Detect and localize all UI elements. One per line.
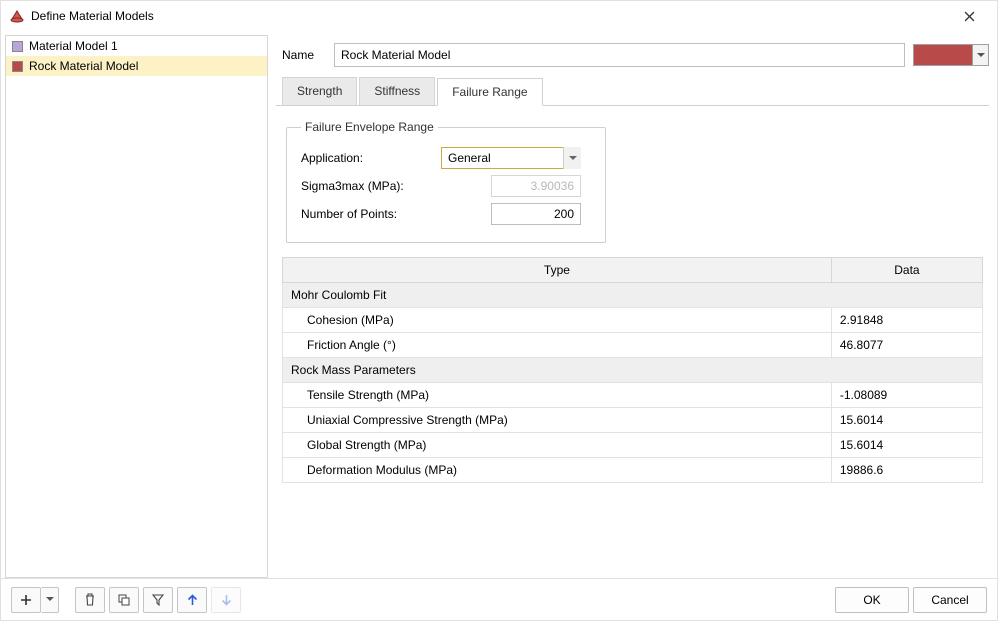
tab-stiffness[interactable]: Stiffness bbox=[359, 77, 435, 105]
trash-icon bbox=[84, 593, 96, 606]
arrow-down-icon bbox=[221, 594, 232, 606]
material-name: Material Model 1 bbox=[29, 39, 118, 53]
window-title: Define Material Models bbox=[31, 9, 949, 23]
arrow-up-icon bbox=[187, 594, 198, 606]
table-row: Friction Angle (°) 46.8077 bbox=[283, 333, 983, 358]
table-row: Cohesion (MPa) 2.91848 bbox=[283, 308, 983, 333]
material-item[interactable]: Material Model 1 bbox=[6, 36, 267, 56]
tab-failure-range[interactable]: Failure Range bbox=[437, 78, 542, 106]
main-panel: Name Strength Stiffness Failure Range bbox=[268, 31, 997, 578]
add-material-dropdown[interactable] bbox=[41, 587, 59, 613]
chevron-down-icon bbox=[46, 597, 54, 602]
cancel-button[interactable]: Cancel bbox=[913, 587, 987, 613]
tab-strength[interactable]: Strength bbox=[282, 77, 357, 105]
delete-material-button[interactable] bbox=[75, 587, 105, 613]
sigma3max-label: Sigma3max (MPa): bbox=[301, 179, 441, 193]
material-color-button[interactable] bbox=[913, 44, 973, 66]
material-swatch bbox=[12, 41, 23, 52]
titlebar: Define Material Models bbox=[1, 1, 997, 31]
copy-icon bbox=[118, 594, 130, 606]
materials-list: Material Model 1 Rock Material Model bbox=[6, 36, 267, 577]
footer-toolbar: OK Cancel bbox=[1, 578, 997, 620]
failure-envelope-legend: Failure Envelope Range bbox=[301, 120, 438, 134]
material-name-input[interactable] bbox=[334, 43, 905, 67]
ok-button[interactable]: OK bbox=[835, 587, 909, 613]
close-icon bbox=[964, 11, 975, 22]
material-swatch bbox=[12, 61, 23, 72]
table-row: Uniaxial Compressive Strength (MPa) 15.6… bbox=[283, 408, 983, 433]
application-select[interactable]: General bbox=[441, 147, 581, 169]
results-table: Type Data Mohr Coulomb Fit Cohesion (MPa… bbox=[282, 257, 983, 483]
move-down-button bbox=[211, 587, 241, 613]
tab-content-failure-range: Failure Envelope Range Application: Gene… bbox=[276, 106, 989, 483]
add-material-button[interactable] bbox=[11, 587, 41, 613]
close-button[interactable] bbox=[949, 1, 989, 31]
application-label: Application: bbox=[301, 151, 441, 165]
col-data: Data bbox=[831, 258, 982, 283]
move-up-button[interactable] bbox=[177, 587, 207, 613]
materials-sidebar: Material Model 1 Rock Material Model bbox=[5, 35, 268, 578]
failure-envelope-group: Failure Envelope Range Application: Gene… bbox=[286, 120, 606, 243]
table-row: Tensile Strength (MPa) -1.08089 bbox=[283, 383, 983, 408]
chevron-down-icon bbox=[563, 147, 581, 169]
num-points-input[interactable] bbox=[491, 203, 581, 225]
app-icon bbox=[9, 8, 25, 24]
copy-material-button[interactable] bbox=[109, 587, 139, 613]
filter-icon bbox=[152, 594, 164, 606]
tabs: Strength Stiffness Failure Range bbox=[276, 77, 989, 106]
table-section-header: Mohr Coulomb Fit bbox=[283, 283, 983, 308]
table-row: Global Strength (MPa) 15.6014 bbox=[283, 433, 983, 458]
material-name: Rock Material Model bbox=[29, 59, 138, 73]
plus-icon bbox=[20, 594, 32, 606]
filter-button[interactable] bbox=[143, 587, 173, 613]
num-points-label: Number of Points: bbox=[301, 207, 441, 221]
table-row: Deformation Modulus (MPa) 19886.6 bbox=[283, 458, 983, 483]
material-item[interactable]: Rock Material Model bbox=[6, 56, 267, 76]
table-section-header: Rock Mass Parameters bbox=[283, 358, 983, 383]
sigma3max-input bbox=[491, 175, 581, 197]
name-label: Name bbox=[282, 48, 326, 62]
define-material-models-dialog: Define Material Models Material Model 1 … bbox=[0, 0, 998, 621]
chevron-down-icon bbox=[977, 53, 985, 58]
col-type: Type bbox=[283, 258, 832, 283]
material-color-dropdown[interactable] bbox=[973, 44, 989, 66]
